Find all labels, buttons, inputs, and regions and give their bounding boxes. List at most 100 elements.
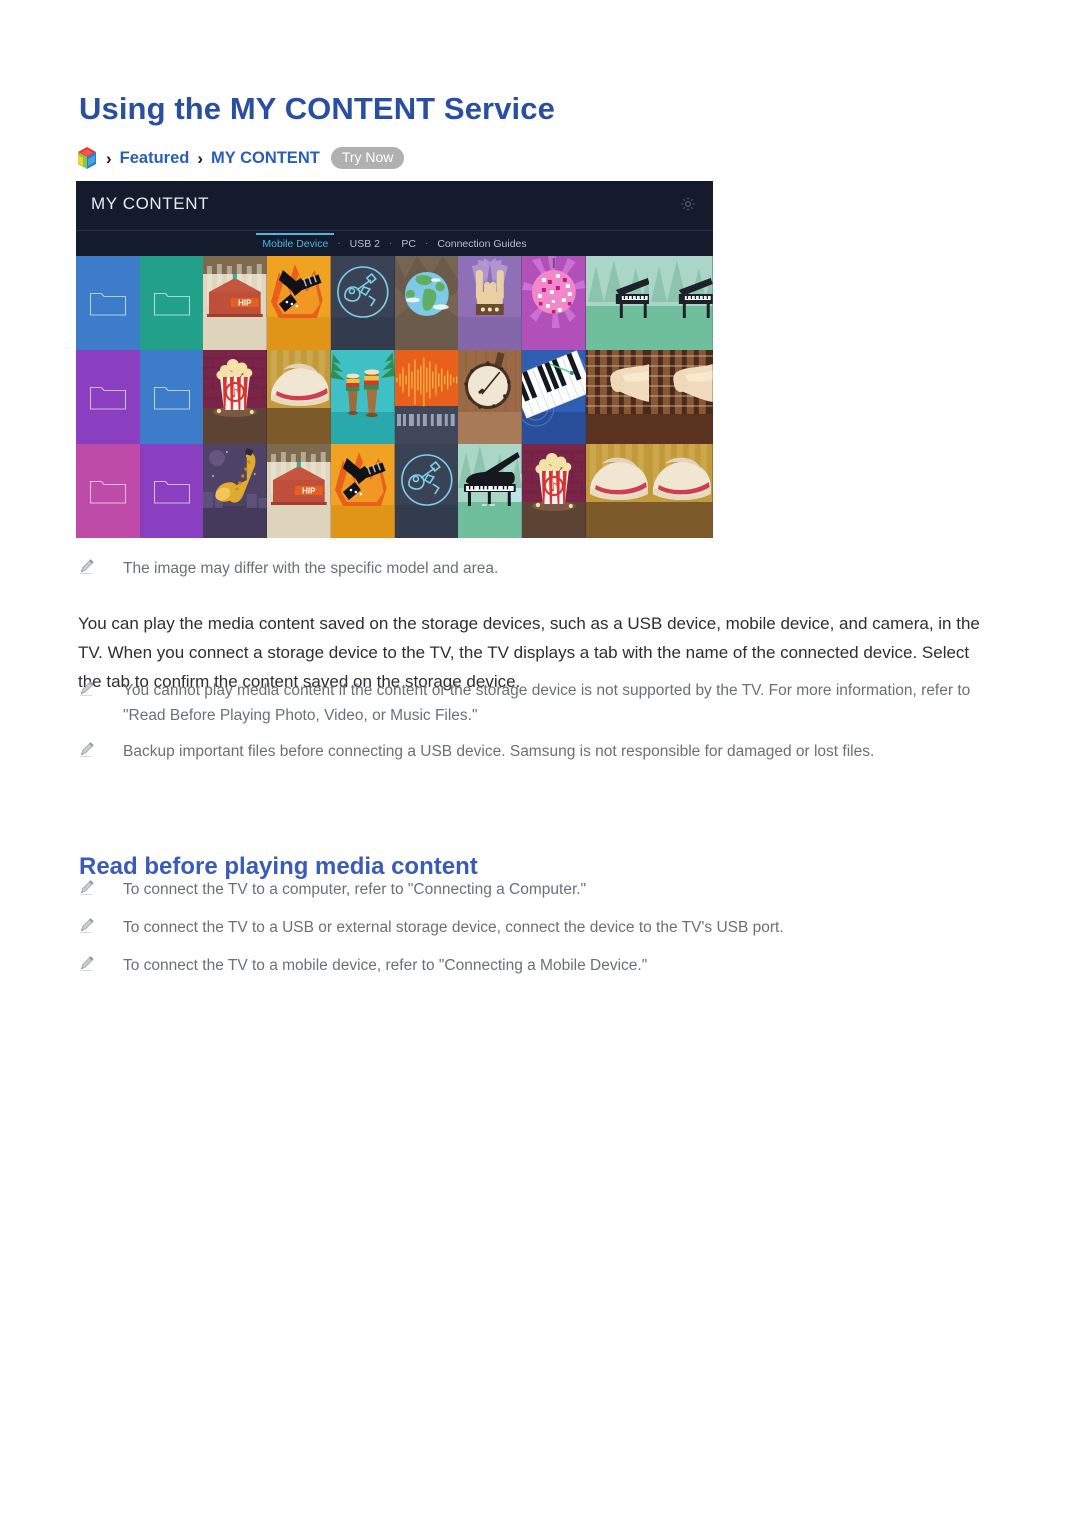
thumbnail-art (394, 350, 459, 444)
smart-hub-cube-icon (76, 146, 98, 170)
pencil-icon (78, 879, 95, 896)
thumbnail-audio-waveform[interactable] (394, 350, 459, 444)
thumbnail-saxophone[interactable] (203, 444, 268, 538)
section-note-item: To connect the TV to a mobile device, re… (78, 953, 991, 978)
thumbnail-art (521, 350, 586, 444)
pencil-icon (78, 955, 95, 972)
thumbnail-grand-piano[interactable] (458, 444, 522, 538)
thumbnail-art (458, 444, 522, 538)
pencil-icon (78, 680, 95, 697)
thumbnail-rock-hand[interactable] (458, 256, 522, 350)
thumbnail-cowboy-hat[interactable] (585, 444, 650, 538)
tv-content-grid: HIP ♪ HIP ♪ (76, 256, 713, 538)
note-item: Backup important files before connecting… (78, 739, 991, 764)
thumbnail-flying-v-guitar[interactable] (330, 444, 395, 538)
thumbnail-popcorn[interactable]: ♪ (521, 444, 586, 538)
thumbnail-piano-keys[interactable] (521, 350, 586, 444)
thumbnail-art (203, 444, 268, 538)
breadcrumb-item-my-content[interactable]: MY CONTENT (211, 149, 320, 168)
note-text: You cannot play media content if the con… (123, 682, 971, 725)
page-title: Using the MY CONTENT Service (79, 90, 555, 126)
note-text: Backup important files before connecting… (123, 743, 875, 760)
thumbnail-art: ♪ (203, 350, 268, 444)
folder-icon (153, 477, 191, 505)
svg-text:♪: ♪ (231, 386, 239, 400)
section-note-item: To connect the TV to a USB or external s… (78, 915, 991, 940)
thumbnail-piano-forest[interactable] (585, 256, 650, 350)
thumbnail-disco-ball[interactable] (521, 256, 586, 350)
thumbnail-art (394, 444, 459, 538)
thumbnail-art (649, 444, 713, 538)
pencil-icon (78, 917, 95, 934)
thumbnail-art (394, 256, 459, 350)
thumbnail-globe[interactable] (394, 256, 459, 350)
thumbnail-guitar-fretboard[interactable] (585, 350, 650, 444)
image-note-text: The image may differ with the specific m… (123, 560, 499, 577)
thumbnail-guitar-fretboard[interactable] (649, 350, 713, 444)
folder-tile[interactable] (76, 350, 140, 444)
folder-icon (89, 477, 127, 505)
section-note-text: To connect the TV to a mobile device, re… (123, 957, 648, 974)
tv-tab-mobile-device[interactable]: Mobile Device (253, 232, 337, 250)
folder-tile[interactable] (76, 444, 140, 538)
note-item: You cannot play media content if the con… (78, 678, 991, 728)
pencil-icon (78, 741, 95, 758)
thumbnail-bongo-drums[interactable] (330, 350, 395, 444)
thumbnail-art (267, 256, 331, 350)
folder-tile[interactable] (139, 256, 204, 350)
tv-tab-bar: Mobile Device · USB 2 · PC · Connection Guides (76, 231, 713, 256)
folder-tile[interactable] (139, 350, 204, 444)
folder-tile[interactable] (76, 256, 140, 350)
svg-text:HIP: HIP (239, 298, 253, 307)
thumbnail-guitar-outline[interactable] (394, 444, 459, 538)
thumbnail-art (330, 256, 395, 350)
section-note-item: To connect the TV to a computer, refer t… (78, 877, 991, 902)
thumbnail-hip-building[interactable]: HIP (203, 256, 268, 350)
thumbnail-banjo[interactable] (458, 350, 522, 444)
thumbnail-art: HIP (267, 444, 331, 538)
tv-tab-usb-2[interactable]: USB 2 (341, 238, 389, 250)
thumbnail-art: HIP (203, 256, 268, 350)
tv-header: MY CONTENT (76, 181, 713, 230)
breadcrumb-separator-2: › (197, 148, 204, 168)
tv-screenshot: MY CONTENT Mobile Device · USB 2 · PC · Connec… (76, 181, 713, 538)
section-note-text: To connect the TV to a computer, refer t… (123, 881, 587, 898)
thumbnail-hip-building[interactable]: HIP (267, 444, 331, 538)
thumbnail-piano-forest[interactable] (649, 256, 713, 350)
folder-icon (89, 289, 127, 317)
thumbnail-art (649, 350, 713, 444)
thumbnail-art (330, 444, 395, 538)
svg-text:HIP: HIP (302, 486, 316, 495)
folder-icon (153, 383, 191, 411)
thumbnail-art: ♪ (521, 444, 586, 538)
thumbnail-cowboy-hat[interactable] (267, 350, 331, 444)
thumbnail-art (458, 350, 522, 444)
thumbnail-art (585, 444, 650, 538)
breadcrumb-item-featured[interactable]: Featured (120, 149, 190, 168)
tv-tab-connection-guides[interactable]: Connection Guides (428, 238, 535, 250)
thumbnail-art (521, 256, 586, 350)
image-note: The image may differ with the specific m… (78, 556, 978, 581)
pencil-icon (78, 558, 95, 575)
breadcrumb-separator-1: › (106, 148, 112, 168)
gear-icon[interactable] (680, 196, 696, 212)
thumbnail-art (585, 350, 650, 444)
tv-tab-pc[interactable]: PC (392, 238, 425, 250)
thumbnail-popcorn[interactable]: ♪ (203, 350, 268, 444)
thumbnail-art (649, 256, 713, 350)
thumbnail-art (458, 256, 522, 350)
folder-icon (89, 383, 127, 411)
try-now-badge[interactable]: Try Now (330, 146, 405, 170)
thumbnail-art (330, 350, 395, 444)
thumbnail-flying-v-guitar[interactable] (267, 256, 331, 350)
folder-icon (153, 289, 191, 317)
tv-header-title: MY CONTENT (91, 194, 210, 213)
thumbnail-art (267, 350, 331, 444)
thumbnail-cowboy-hat[interactable] (649, 444, 713, 538)
document-page: Using the MY CONTENT Service › Featured … (0, 0, 1080, 1527)
folder-tile[interactable] (139, 444, 204, 538)
thumbnail-guitar-outline[interactable] (330, 256, 395, 350)
breadcrumb: › Featured › MY CONTENT Try Now (76, 145, 405, 171)
svg-text:♪: ♪ (550, 480, 558, 494)
section-note-text: To connect the TV to a USB or external s… (123, 919, 784, 936)
